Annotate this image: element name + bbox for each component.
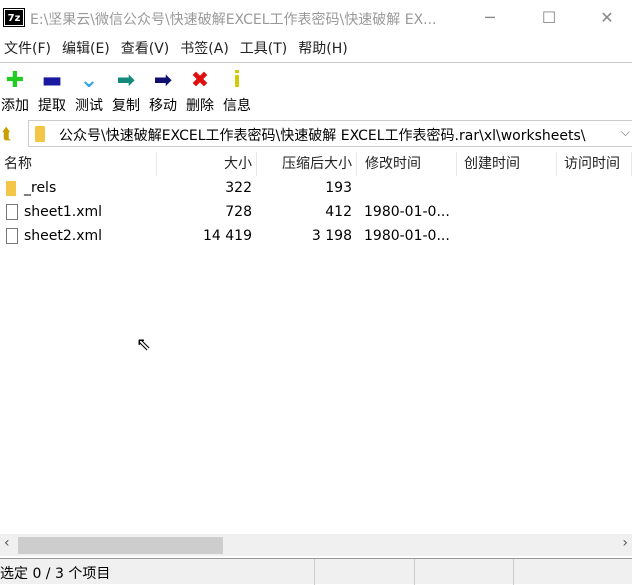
col-size[interactable]: 大小	[157, 152, 257, 176]
col-modified[interactable]: 修改时间	[361, 152, 457, 176]
address-path[interactable]: 公众号\快速破解EXCEL工作表密码\快速破解 EXCEL工作表密码.rar\x…	[59, 125, 585, 145]
status-divider	[513, 559, 514, 585]
scroll-left-icon[interactable]: ‹	[4, 535, 10, 551]
close-button[interactable]: ✕	[592, 6, 622, 30]
item-name: sheet1.xml	[24, 204, 103, 220]
horizontal-scrollbar[interactable]: ‹ ›	[0, 534, 632, 556]
col-accessed[interactable]: 访问时间	[560, 152, 632, 176]
chevron-down-icon[interactable]: ⌵	[621, 125, 630, 140]
mouse-cursor-icon: ⇖	[136, 334, 152, 355]
file-icon	[6, 228, 18, 244]
toolbar-label: 复制	[112, 98, 140, 114]
status-text: 选定 0 / 3 个项目	[0, 566, 111, 582]
title-bar: 7z E:\坚果云\微信公众号\快速破解EXCEL工作表密码\快速破解 EX..…	[0, 0, 632, 36]
col-name[interactable]: 名称	[0, 152, 157, 176]
move-arrow-icon: ➡	[153, 68, 173, 93]
toolbar-label: 移动	[149, 98, 177, 114]
toolbar-label: 删除	[186, 98, 214, 114]
toolbar-button-check[interactable]: ⌄ 测试	[70, 67, 108, 115]
file-icon	[6, 204, 18, 220]
column-header: 名称 大小 压缩后大小 修改时间 创建时间 访问时间	[0, 152, 632, 176]
toolbar-button-minus[interactable]: ▬ 提取	[33, 67, 71, 115]
toolbar-button-info[interactable]: i 信息	[218, 67, 256, 115]
menu-bookmarks[interactable]: 书签(A)	[176, 36, 236, 62]
toolbar-button-plus[interactable]: ✚ 添加	[0, 67, 34, 115]
menu-edit[interactable]: 编辑(E)	[58, 36, 117, 62]
menu-bar: 文件(F) 编辑(E) 查看(V) 书签(A) 工具(T) 帮助(H)	[0, 36, 632, 62]
menu-file[interactable]: 文件(F)	[0, 36, 58, 62]
toolbar-label: 测试	[75, 98, 103, 114]
status-bar: 选定 0 / 3 个项目	[0, 558, 632, 585]
list-item[interactable]: sheet1.xml 728 412 1980-01-0...	[0, 200, 632, 224]
item-packed-size: 412	[325, 204, 352, 220]
list-item[interactable]: sheet2.xml 14 419 3 198 1980-01-0...	[0, 224, 632, 248]
item-size: 14 419	[203, 228, 252, 244]
item-size: 322	[225, 180, 252, 196]
item-name: sheet2.xml	[24, 228, 103, 244]
status-divider	[414, 559, 415, 585]
col-created[interactable]: 创建时间	[460, 152, 557, 176]
menu-tools[interactable]: 工具(T)	[236, 36, 294, 62]
folder-icon	[6, 181, 16, 196]
folder-icon	[35, 126, 45, 142]
toolbar-button-delete[interactable]: ✖ 删除	[181, 67, 219, 115]
plus-icon: ✚	[5, 68, 25, 93]
up-folder-icon[interactable]: ⮬	[2, 124, 12, 144]
copy-arrow-icon: ➡	[116, 68, 136, 93]
info-icon: i	[233, 68, 241, 93]
list-item[interactable]: _rels 322 193	[0, 176, 632, 200]
item-packed-size: 3 198	[311, 228, 352, 244]
item-packed-size: 193	[325, 180, 352, 196]
menu-view[interactable]: 查看(V)	[117, 36, 177, 62]
item-modified: 1980-01-0...	[364, 228, 450, 244]
menu-help[interactable]: 帮助(H)	[294, 36, 354, 62]
address-input[interactable]: 公众号\快速破解EXCEL工作表密码\快速破解 EXCEL工作表密码.rar\x…	[28, 120, 632, 147]
app-icon: 7z	[3, 8, 25, 27]
toolbar-label: 提取	[38, 98, 66, 114]
delete-icon: ✖	[190, 68, 210, 93]
item-modified: 1980-01-0...	[364, 204, 450, 220]
item-size: 728	[225, 204, 252, 220]
check-icon: ⌄	[79, 68, 99, 93]
window-title: E:\坚果云\微信公众号\快速破解EXCEL工作表密码\快速破解 EX...	[30, 12, 437, 28]
toolbar-label: 添加	[1, 98, 29, 114]
toolbar-label: 信息	[223, 98, 251, 114]
maximize-button[interactable]: ☐	[534, 6, 564, 30]
status-divider	[314, 559, 315, 585]
scroll-right-icon[interactable]: ›	[622, 535, 628, 551]
toolbar-button-copy-arrow[interactable]: ➡ 复制	[107, 67, 145, 115]
toolbar-button-move-arrow[interactable]: ➡ 移动	[144, 67, 182, 115]
address-bar: ⮬ 公众号\快速破解EXCEL工作表密码\快速破解 EXCEL工作表密码.rar…	[0, 120, 632, 148]
scrollbar-thumb[interactable]	[18, 537, 223, 554]
col-packed-size[interactable]: 压缩后大小	[257, 152, 357, 176]
minimize-button[interactable]: ─	[475, 6, 505, 30]
toolbar: ✚ 添加 ▬ 提取 ⌄ 测试 ➡ 复制 ➡ 移动 ✖ 删除 i 信息	[0, 62, 632, 116]
minus-icon: ▬	[41, 68, 63, 93]
item-name: _rels	[24, 180, 57, 196]
